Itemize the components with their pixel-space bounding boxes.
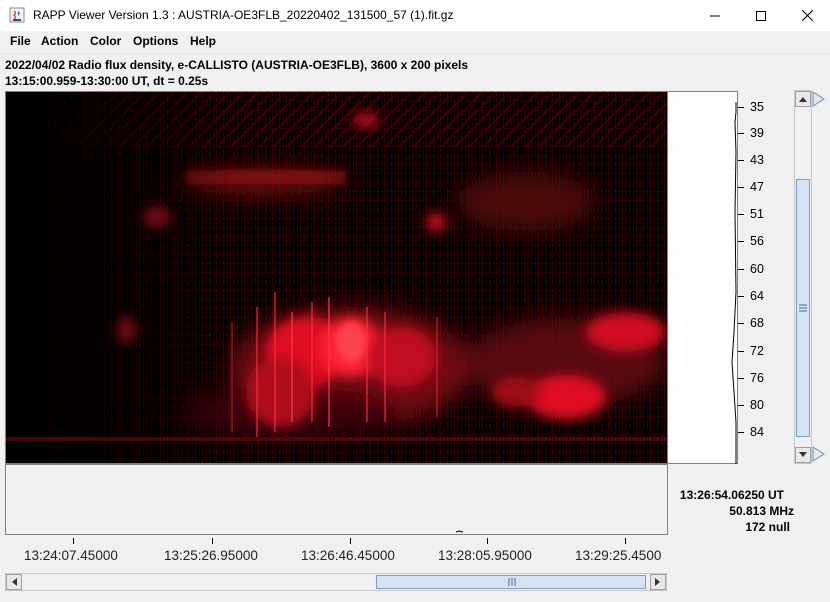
frequency-label: 39: [750, 126, 764, 140]
frequency-tick: [738, 351, 744, 352]
frequency-label: 56: [750, 234, 764, 248]
menu-bar: File Action Color Options Help: [0, 31, 830, 54]
readout-time: 13:26:54.06250 UT: [679, 488, 784, 502]
scroll-up-button[interactable]: [795, 91, 811, 107]
time-label: 13:28:05.95000: [438, 548, 532, 563]
menu-options[interactable]: Options: [133, 34, 178, 48]
scroll-down-button[interactable]: [795, 447, 811, 463]
frequency-tick: [738, 296, 744, 297]
frequency-tick: [738, 269, 744, 270]
time-tick: [350, 538, 351, 544]
frequency-label: 47: [750, 180, 764, 194]
time-label: 13:26:46.45000: [301, 548, 395, 563]
frequency-label: 51: [750, 207, 764, 221]
frequency-tick: [738, 214, 744, 215]
horizontal-scrollbar[interactable]: [5, 573, 667, 591]
frequency-tick: [738, 187, 744, 188]
light-curve-panel: [5, 464, 668, 535]
time-tick: [625, 538, 626, 544]
light-curve: [455, 530, 464, 533]
frequency-tick: [738, 241, 744, 242]
spectrogram-image: [6, 92, 667, 463]
time-tick: [212, 538, 213, 544]
menu-action[interactable]: Action: [41, 34, 78, 48]
readout-frequency: 50.813 MHz: [729, 504, 794, 518]
observation-info: 2022/04/02 Radio flux density, e-CALLIST…: [5, 58, 469, 72]
time-tick: [487, 538, 488, 544]
frequency-tick: [738, 107, 744, 108]
title-bar: RAPP Viewer Version 1.3 : AUSTRIA-OE3FLB…: [0, 0, 830, 31]
frequency-tick: [738, 432, 744, 433]
menu-help[interactable]: Help: [190, 34, 216, 48]
time-label: 13:24:07.45000: [24, 548, 118, 563]
vertical-scrollbar[interactable]: [794, 90, 812, 464]
frequency-label: 84: [750, 425, 764, 439]
horizontal-scroll-thumb[interactable]: [376, 575, 646, 589]
vertical-scroll-thumb[interactable]: [796, 179, 810, 437]
menu-file[interactable]: File: [10, 34, 31, 48]
scroll-up-icon: [799, 97, 807, 102]
profile-curve: [731, 102, 737, 464]
frequency-label: 80: [750, 398, 764, 412]
scroll-left-button[interactable]: [6, 574, 22, 590]
frequency-profile: [668, 91, 738, 464]
time-tick: [73, 538, 74, 544]
maximize-button[interactable]: [738, 0, 784, 31]
grip-icon: [508, 578, 516, 586]
frequency-label: 60: [750, 262, 764, 276]
time-label: 13:25:26.95000: [164, 548, 258, 563]
minimize-button[interactable]: [692, 0, 738, 31]
java-app-icon: [9, 7, 25, 23]
scroll-left-icon: [12, 578, 17, 586]
frequency-label: 72: [750, 344, 764, 358]
close-button[interactable]: [784, 0, 830, 31]
frequency-label: 76: [750, 371, 764, 385]
minimize-icon: [710, 15, 720, 16]
range-upper-marker[interactable]: [812, 91, 826, 107]
window-title: RAPP Viewer Version 1.3 : AUSTRIA-OE3FLB…: [33, 8, 454, 22]
grip-icon: [799, 304, 807, 312]
frequency-tick: [738, 405, 744, 406]
frequency-tick: [738, 323, 744, 324]
maximize-icon: [756, 10, 766, 21]
menu-color[interactable]: Color: [90, 34, 121, 48]
readout-value: 172 null: [745, 520, 790, 534]
frequency-label: 35: [750, 100, 764, 114]
time-range-info: 13:15:00.959-13:30:00 UT, dt = 0.25s: [5, 74, 209, 88]
frequency-label: 64: [750, 289, 764, 303]
frequency-label: 43: [750, 153, 764, 167]
frequency-tick: [738, 160, 744, 161]
scroll-right-button[interactable]: [650, 574, 666, 590]
frequency-tick: [738, 378, 744, 379]
spectrogram[interactable]: [5, 91, 668, 464]
range-lower-marker[interactable]: [812, 446, 826, 462]
close-icon: [801, 10, 813, 21]
frequency-label: 68: [750, 316, 764, 330]
frequency-tick: [738, 133, 744, 134]
scroll-right-icon: [655, 578, 660, 586]
scroll-down-icon: [799, 452, 807, 457]
time-label: 13:29:25.4500: [575, 548, 662, 563]
